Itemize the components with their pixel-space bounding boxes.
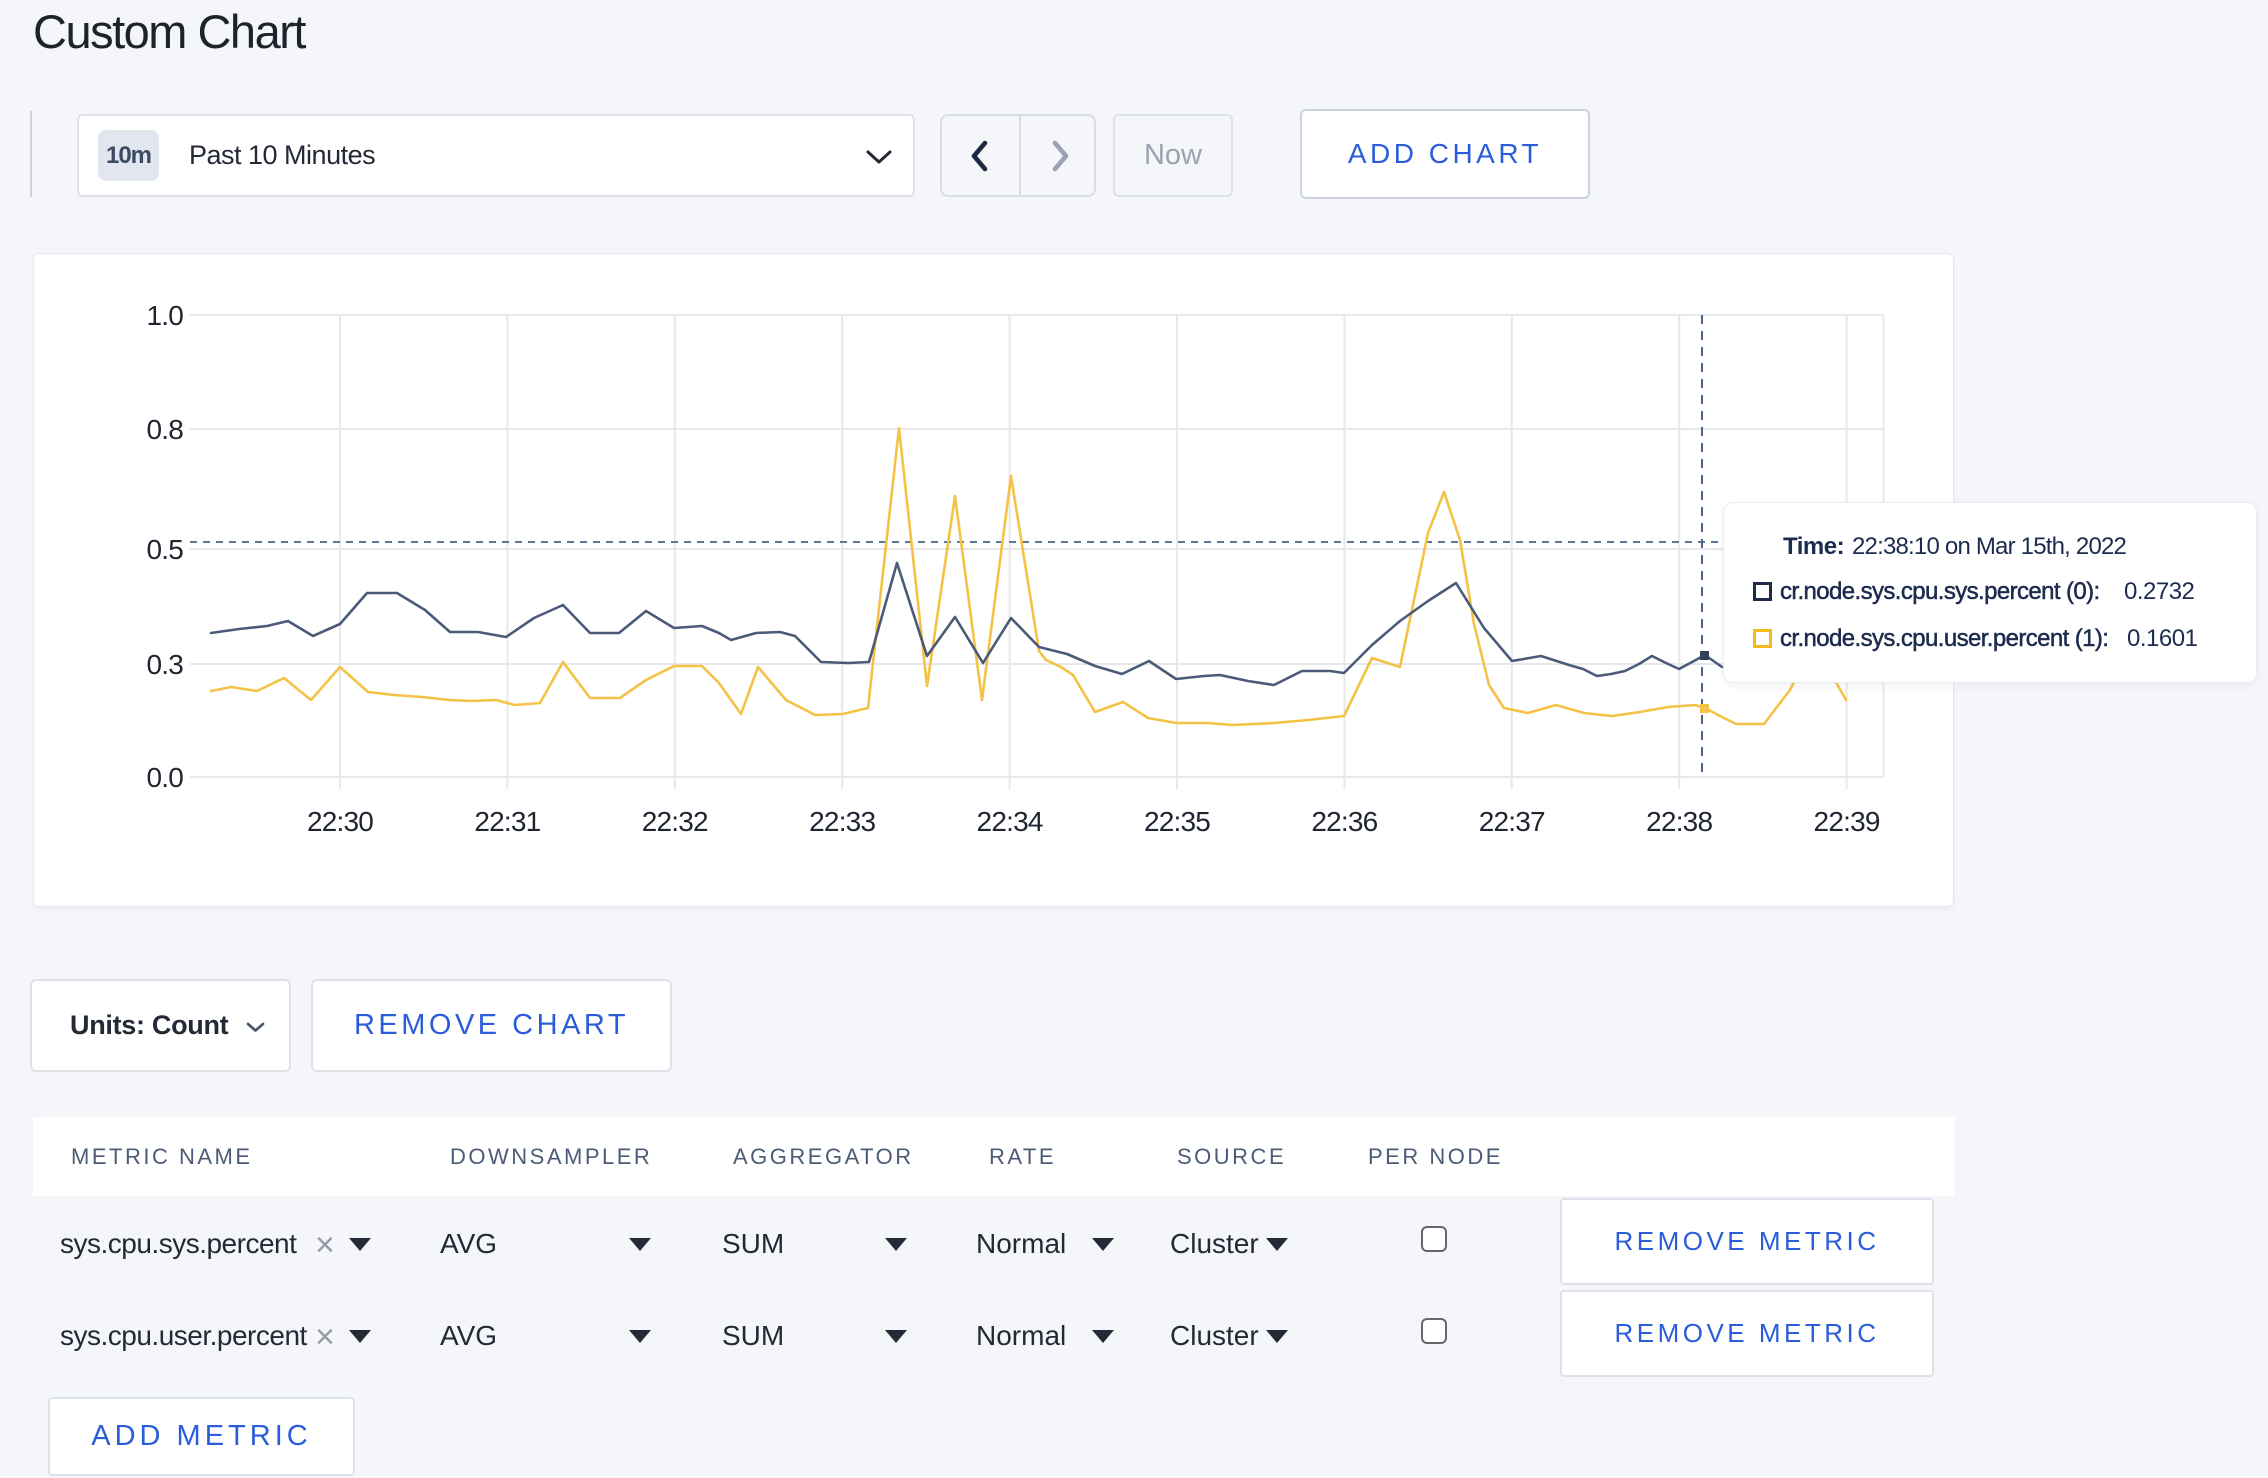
- svg-text:22:33: 22:33: [809, 806, 875, 837]
- svg-text:0.3: 0.3: [146, 649, 183, 680]
- svg-text:22:39: 22:39: [1814, 806, 1880, 837]
- svg-text:22:30: 22:30: [307, 806, 373, 837]
- svg-text:22:31: 22:31: [474, 806, 540, 837]
- svg-text:1.0: 1.0: [146, 300, 183, 331]
- svg-text:22:37: 22:37: [1479, 806, 1545, 837]
- svg-text:22:38: 22:38: [1646, 806, 1712, 837]
- svg-text:0.0: 0.0: [146, 762, 183, 793]
- svg-text:0.8: 0.8: [146, 414, 183, 445]
- svg-text:22:32: 22:32: [642, 806, 708, 837]
- svg-text:22:35: 22:35: [1144, 806, 1210, 837]
- svg-text:22:36: 22:36: [1311, 806, 1377, 837]
- svg-text:22:34: 22:34: [977, 806, 1043, 837]
- svg-text:0.5: 0.5: [146, 534, 183, 565]
